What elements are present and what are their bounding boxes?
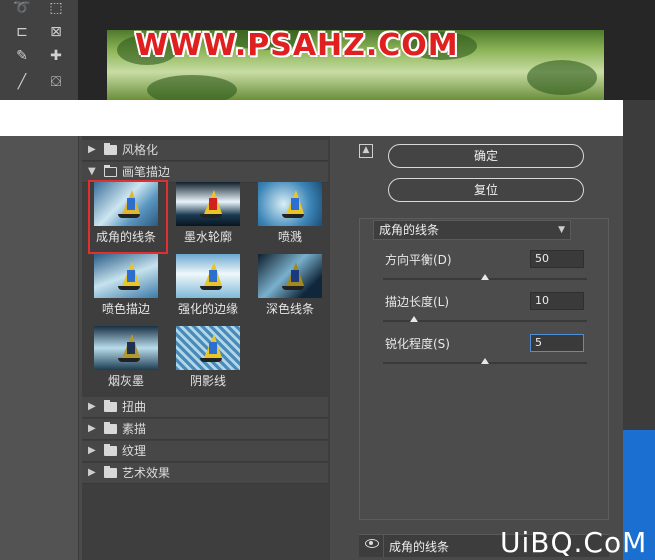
direction-balance-label: 方向平衡(D) bbox=[385, 253, 452, 267]
thumbnail-image bbox=[176, 182, 240, 226]
settings-panel: ▲ 确定 复位 成角的线条 ▼ 方向平衡(D) 50 描边长度(L) 10 锐化… bbox=[345, 136, 623, 560]
category-label: 艺术效果 bbox=[122, 466, 171, 480]
slider-knob[interactable] bbox=[409, 316, 418, 322]
photoshop-workspace: ➰ ⬚ ⊏ ⊠ ✎ ✚ ╱ ⛋ WWW.PSAHZ.COM bbox=[0, 0, 655, 100]
filter-thumb-dark-strokes[interactable]: 深色线条 bbox=[252, 252, 328, 318]
category-distort[interactable]: ▶ 扭曲 bbox=[82, 397, 328, 418]
filter-gallery-dialog: ▶ 风格化 ▼ 画笔描边 成角的线条 墨水轮廓 喷溅 喷色描边 强化的边缘 深色… bbox=[0, 136, 623, 560]
sharpness-input[interactable]: 5 bbox=[530, 334, 584, 352]
preview-pane bbox=[0, 136, 79, 560]
folder-open-icon bbox=[104, 165, 117, 177]
category-sketch[interactable]: ▶ 素描 bbox=[82, 419, 328, 440]
ok-button[interactable]: 确定 bbox=[388, 144, 584, 168]
category-label: 纹理 bbox=[122, 444, 147, 458]
filter-thumb-sprayed-strokes[interactable]: 喷色描边 bbox=[88, 252, 164, 318]
filter-list: ▶ 风格化 ▼ 画笔描边 成角的线条 墨水轮廓 喷溅 喷色描边 强化的边缘 深色… bbox=[82, 136, 330, 560]
divider bbox=[383, 535, 384, 557]
eye-icon[interactable] bbox=[365, 539, 379, 548]
filter-select[interactable]: 成角的线条 ▼ bbox=[373, 220, 571, 240]
filter-thumb-accented-edges[interactable]: 强化的边缘 bbox=[170, 252, 246, 318]
stroke-length-label: 描边长度(L) bbox=[385, 295, 450, 309]
triangle-down-icon: ▼ bbox=[88, 166, 96, 177]
folder-icon bbox=[104, 422, 117, 434]
brush-tool-icon[interactable]: ╱ bbox=[12, 72, 32, 92]
folder-icon bbox=[104, 143, 117, 155]
chevron-down-icon: ▼ bbox=[558, 225, 565, 235]
frame-tool-icon[interactable]: ⊠ bbox=[46, 22, 66, 42]
slider-knob[interactable] bbox=[481, 358, 489, 364]
dialog-title-bar[interactable] bbox=[0, 100, 623, 136]
folder-icon bbox=[104, 466, 117, 478]
triangle-right-icon: ▶ bbox=[88, 445, 96, 456]
thumbnail-label: 墨水轮廓 bbox=[183, 230, 232, 244]
triangle-right-icon: ▶ bbox=[88, 401, 96, 412]
direction-balance-slider[interactable] bbox=[383, 274, 587, 280]
reset-button[interactable]: 复位 bbox=[388, 178, 584, 202]
filter-thumb-crosshatch[interactable]: 阴影线 bbox=[170, 324, 246, 390]
thumbnail-image bbox=[258, 182, 322, 226]
category-label: 画笔描边 bbox=[122, 165, 171, 179]
triangle-right-icon: ▶ bbox=[88, 144, 96, 155]
tools-panel: ➰ ⬚ ⊏ ⊠ ✎ ✚ ╱ ⛋ bbox=[0, 0, 78, 100]
thumbnail-image bbox=[94, 326, 158, 370]
category-stylize[interactable]: ▶ 风格化 bbox=[82, 140, 328, 161]
sharpness-label: 锐化程度(S) bbox=[385, 337, 450, 351]
triangle-right-icon: ▶ bbox=[88, 467, 96, 478]
thumbnail-label: 喷溅 bbox=[277, 230, 302, 244]
stroke-length-input[interactable]: 10 bbox=[530, 292, 584, 310]
category-label: 风格化 bbox=[122, 143, 159, 157]
sharpness-slider[interactable] bbox=[383, 358, 587, 364]
category-label: 素描 bbox=[122, 422, 147, 436]
thumbnail-label: 喷色描边 bbox=[101, 302, 150, 316]
folder-icon bbox=[104, 444, 117, 456]
move-select-tool-icon[interactable]: ⬚ bbox=[46, 0, 66, 18]
crop-tool-icon[interactable]: ⊏ bbox=[12, 22, 32, 42]
healing-brush-icon[interactable]: ✚ bbox=[46, 46, 66, 66]
filter-thumb-sumi-e[interactable]: 烟灰墨 bbox=[88, 324, 164, 390]
slider-knob[interactable] bbox=[481, 274, 489, 280]
folder-icon bbox=[104, 400, 117, 412]
selected-filter-highlight bbox=[88, 180, 168, 254]
watermark-text: WWW.PSAHZ.COM bbox=[135, 28, 459, 63]
eyedropper-tool-icon[interactable]: ✎ bbox=[12, 46, 32, 66]
thumbnail-image bbox=[176, 326, 240, 370]
thumbnail-image bbox=[258, 254, 322, 298]
category-texture[interactable]: ▶ 纹理 bbox=[82, 441, 328, 462]
stroke-length-slider[interactable] bbox=[383, 316, 587, 322]
stamp-tool-icon[interactable]: ⛋ bbox=[46, 72, 66, 92]
thumbnail-label: 强化的边缘 bbox=[177, 302, 238, 316]
filter-thumb-spatter[interactable]: 喷溅 bbox=[252, 180, 328, 246]
collapse-gallery-icon[interactable]: ▲ bbox=[359, 144, 373, 158]
category-artistic[interactable]: ▶ 艺术效果 bbox=[82, 463, 328, 484]
direction-balance-input[interactable]: 50 bbox=[530, 250, 584, 268]
lasso-tool-icon[interactable]: ➰ bbox=[12, 0, 32, 18]
category-label: 扭曲 bbox=[122, 400, 147, 414]
thumbnail-label: 阴影线 bbox=[189, 374, 226, 388]
thumbnail-label: 深色线条 bbox=[265, 302, 314, 316]
site-watermark: UiBQ.CoM bbox=[500, 526, 648, 559]
filter-select-value: 成角的线条 bbox=[379, 223, 440, 237]
thumbnail-label: 烟灰墨 bbox=[107, 374, 144, 388]
effect-layer-name: 成角的线条 bbox=[389, 540, 450, 554]
thumbnail-image bbox=[176, 254, 240, 298]
filter-thumb-ink-outlines[interactable]: 墨水轮廓 bbox=[170, 180, 246, 246]
triangle-right-icon: ▶ bbox=[88, 423, 96, 434]
thumbnail-image bbox=[94, 254, 158, 298]
